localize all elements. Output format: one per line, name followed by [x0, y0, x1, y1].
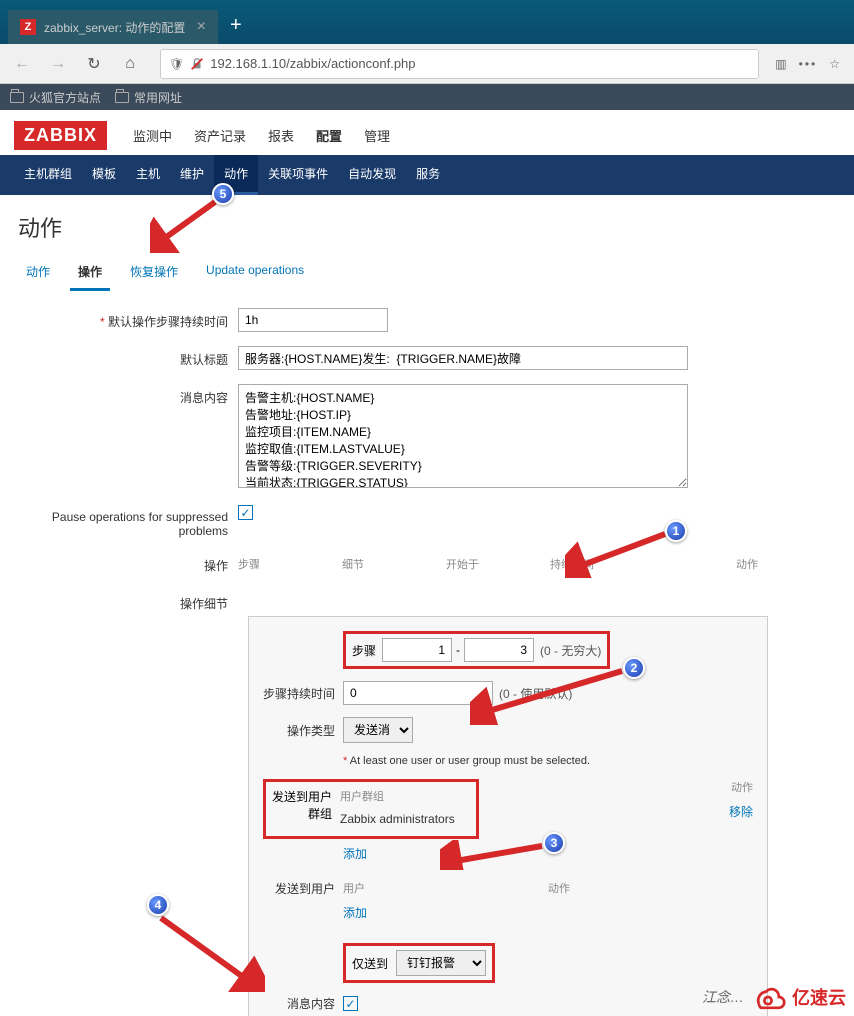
- form-area: 默认操作步骤持续时间 默认标题 消息内容 告警主机:{HOST.NAME} 告警…: [0, 292, 854, 1016]
- note-user-required: At least one user or user group must be …: [343, 755, 590, 767]
- annotation-arrow-5: [150, 198, 230, 253]
- page-title: 动作: [0, 195, 854, 255]
- menu-inventory[interactable]: 资产记录: [184, 120, 256, 151]
- annotation-badge-3: 3: [543, 832, 565, 854]
- tab-operations[interactable]: 操作: [70, 255, 110, 291]
- form-tabs: 动作 操作 恢复操作 Update operations: [0, 255, 854, 292]
- submenu-discovery[interactable]: 自动发现: [338, 155, 406, 195]
- tab-title: zabbix_server: 动作的配置: [44, 19, 185, 36]
- link-add-user[interactable]: 添加: [343, 904, 367, 921]
- label-send-to-user: 发送到用户: [263, 880, 343, 897]
- annotation-badge-1: 1: [665, 520, 687, 542]
- submenu-maintenance[interactable]: 维护: [170, 155, 214, 195]
- label-step-duration: 步骤持续时间: [263, 685, 343, 702]
- bookmark-star-icon[interactable]: ☆: [829, 57, 840, 71]
- top-menu: 监测中 资产记录 报表 配置 管理: [123, 120, 400, 151]
- highlight-steps: 步骤 - (0 - 无穷大): [343, 631, 610, 669]
- highlight-media-type: 仅送到 钉钉报警: [343, 943, 495, 983]
- submenu-correlation[interactable]: 关联项事件: [258, 155, 338, 195]
- submenu-hostgroups[interactable]: 主机群组: [14, 155, 82, 195]
- select-operation-type[interactable]: 发送消息: [343, 717, 413, 743]
- url-bar[interactable]: 🛡 192.168.1.10/zabbix/actionconf.php: [160, 49, 759, 79]
- insecure-icon: [190, 57, 204, 71]
- annotation-badge-4: 4: [147, 894, 169, 916]
- browser-tab-bar: Z zabbix_server: 动作的配置 × +: [0, 0, 854, 44]
- label-default-title: 默认标题: [18, 346, 238, 368]
- operations-table-header: 步骤 细节 开始于 持续时间 动作: [238, 552, 758, 576]
- submenu-services[interactable]: 服务: [406, 155, 450, 195]
- folder-icon: [10, 92, 24, 103]
- textarea-message-content[interactable]: 告警主机:{HOST.NAME} 告警地址:{HOST.IP} 监控项目:{IT…: [238, 384, 688, 488]
- forward-button[interactable]: →: [44, 50, 72, 78]
- browser-nav-bar: ← → ↻ ⌂ 🛡 192.168.1.10/zabbix/actionconf…: [0, 44, 854, 84]
- bookmark-bar: 火狐官方站点 常用网址: [0, 84, 854, 110]
- input-default-step-duration[interactable]: [238, 308, 388, 332]
- label-operation-type: 操作类型: [263, 722, 343, 739]
- highlight-user-groups: 发送到用户群组 用户群组 Zabbix administrators: [263, 779, 479, 839]
- label-operations: 操作: [18, 552, 238, 574]
- browser-tab[interactable]: Z zabbix_server: 动作的配置 ×: [8, 10, 218, 44]
- input-step-from[interactable]: [382, 638, 452, 662]
- url-text: 192.168.1.10/zabbix/actionconf.php: [210, 56, 415, 71]
- input-step-to[interactable]: [464, 638, 534, 662]
- menu-dots-icon[interactable]: •••: [799, 57, 818, 71]
- watermark: 江念… 亿速云: [702, 982, 846, 1012]
- zabbix-logo[interactable]: ZABBIX: [14, 121, 107, 150]
- annotation-badge-5: 5: [212, 183, 234, 205]
- label-default-step-duration: 默认操作步骤持续时间: [18, 308, 238, 330]
- annotation-arrow-4: [155, 912, 265, 992]
- shield-icon: 🛡: [169, 57, 184, 71]
- annotation-arrow-2: [470, 665, 630, 725]
- home-button[interactable]: ⌂: [116, 50, 144, 78]
- tab-close-icon[interactable]: ×: [187, 18, 206, 36]
- input-default-title[interactable]: [238, 346, 688, 370]
- reader-icon[interactable]: ▥: [775, 57, 786, 71]
- menu-monitoring[interactable]: 监测中: [123, 120, 182, 151]
- zabbix-header: ZABBIX 监测中 资产记录 报表 配置 管理: [0, 110, 854, 155]
- label-pause-suppressed: Pause operations for suppressed problems: [18, 505, 238, 538]
- link-add-group[interactable]: 添加: [343, 845, 367, 862]
- tab-update[interactable]: Update operations: [198, 255, 312, 291]
- submenu-hosts[interactable]: 主机: [126, 155, 170, 195]
- back-button[interactable]: ←: [8, 50, 36, 78]
- menu-reports[interactable]: 报表: [258, 120, 304, 151]
- checkbox-msg-content[interactable]: ✓: [343, 996, 358, 1011]
- annotation-badge-2: 2: [623, 657, 645, 679]
- tab-favicon: Z: [20, 19, 36, 35]
- sub-menu: 主机群组 模板 主机 维护 动作 关联项事件 自动发现 服务: [0, 155, 854, 195]
- annotation-arrow-3: [440, 840, 550, 870]
- tab-action[interactable]: 动作: [18, 255, 58, 291]
- folder-icon: [115, 92, 129, 103]
- watermark-logo-icon: [750, 982, 786, 1012]
- label-operation-detail: 操作细节: [18, 590, 238, 612]
- menu-administration[interactable]: 管理: [354, 120, 400, 151]
- select-media-type[interactable]: 钉钉报警: [396, 950, 486, 976]
- label-message-content: 消息内容: [18, 384, 238, 406]
- bookmark-folder[interactable]: 常用网址: [115, 89, 182, 106]
- label-send-to-group: 发送到用户群组: [272, 788, 340, 822]
- bookmark-folder[interactable]: 火狐官方站点: [10, 89, 101, 106]
- checkbox-pause-suppressed[interactable]: ✓: [238, 505, 253, 520]
- label-msg-content: 消息内容: [263, 995, 343, 1012]
- tab-recovery[interactable]: 恢复操作: [122, 255, 186, 291]
- submenu-templates[interactable]: 模板: [82, 155, 126, 195]
- menu-configuration[interactable]: 配置: [306, 120, 352, 151]
- new-tab-button[interactable]: +: [230, 14, 242, 37]
- link-remove-group[interactable]: 移除: [729, 803, 753, 820]
- annotation-arrow-1: [565, 528, 675, 578]
- group-name: Zabbix administrators: [340, 812, 470, 826]
- reload-button[interactable]: ↻: [80, 50, 108, 78]
